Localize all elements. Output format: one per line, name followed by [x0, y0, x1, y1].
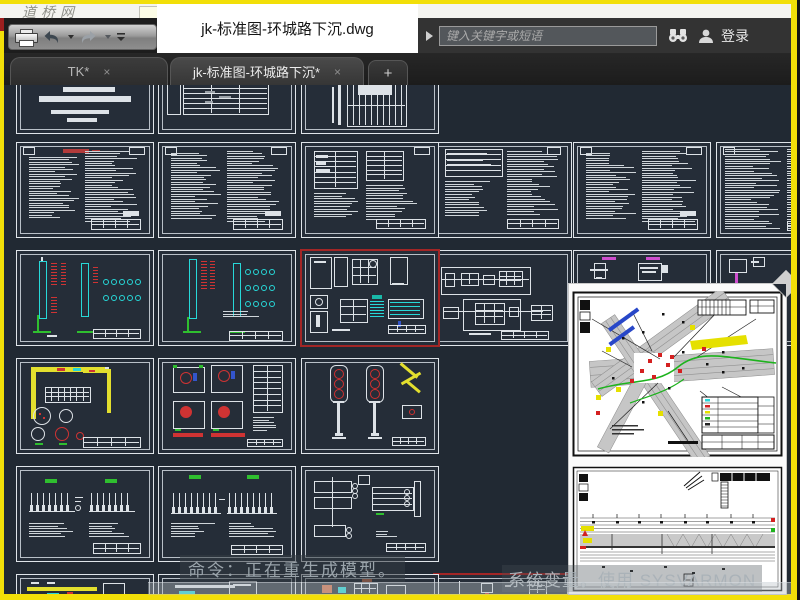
sheet-inner-frame	[162, 254, 292, 342]
drawing-thumbnail-tableRight[interactable]	[301, 85, 439, 134]
undo-icon	[44, 31, 59, 44]
sheet-inner-frame	[20, 85, 150, 130]
drawing-thumbnail-poles[interactable]	[16, 250, 154, 346]
drawing-thumbnail-textNotes[interactable]	[573, 142, 711, 238]
sheet-inner-frame	[162, 470, 292, 558]
sheet-inner-frame	[162, 362, 292, 450]
drawing-canvas[interactable]: 命令：正在重生成模型。 系统变量。使用 SYSVARMON	[4, 85, 791, 595]
sheet-inner-frame	[162, 85, 292, 130]
tab-close-icon[interactable]: ×	[103, 65, 110, 79]
drawing-thumbnail-bars[interactable]	[16, 85, 154, 134]
drawing-thumbnail-cabinets-selected[interactable]	[300, 249, 440, 347]
print-button[interactable]	[15, 26, 38, 48]
drawing-thumbnail-gantry[interactable]	[16, 358, 154, 454]
capture-border-left	[0, 18, 4, 600]
drawing-thumbnail-signals[interactable]	[301, 358, 439, 454]
sheet-inner-frame	[438, 146, 568, 234]
drawing-thumbnail-row5a[interactable]	[16, 574, 154, 595]
sheet-inner-frame	[162, 146, 292, 234]
redo-menu-button[interactable]	[103, 26, 111, 48]
customize-chevron-icon	[117, 33, 125, 41]
tab-tk[interactable]: TK* ×	[10, 57, 168, 85]
drawing-thumbnail-textTables[interactable]	[301, 142, 439, 238]
drawing-thumbnail-system[interactable]	[434, 250, 572, 346]
drawing-thumbnail-polesB[interactable]	[158, 250, 296, 346]
preview-intersection-plan	[572, 291, 783, 457]
sheet-inner-frame	[305, 85, 435, 130]
preview-corner-notch	[773, 284, 786, 297]
quick-access-toolbar	[8, 24, 157, 50]
sheet-inner-frame	[20, 146, 150, 234]
expand-arrow-icon[interactable]	[426, 30, 433, 41]
tab-close-icon[interactable]: ×	[334, 65, 341, 79]
titlebar-strip-right	[418, 4, 791, 18]
sheet-inner-frame	[305, 254, 435, 342]
tab-label: TK*	[67, 64, 90, 79]
drawing-thumbnail-elevation[interactable]	[16, 466, 154, 562]
sheet-inner-frame	[20, 254, 150, 342]
watermark-text: 道桥网	[22, 6, 79, 21]
left-edge-marker	[0, 18, 4, 31]
sheet-inner-frame	[305, 362, 435, 450]
sheet-inner-frame	[305, 146, 435, 234]
drawing-thumbnail-tableTop[interactable]	[158, 85, 296, 134]
sheet-inner-frame	[20, 362, 150, 450]
binoculars-search-icon[interactable]	[667, 28, 689, 44]
command-status-text: 命令：正在重生成模型。	[180, 555, 405, 582]
file-tab-bar: TK* × jk-标准图-环城路下沉* × +	[4, 53, 791, 85]
document-title-area: jk-标准图-环城路下沉.dwg	[157, 4, 418, 53]
application-window: 命令：正在重生成模型。 系统变量。使用 SYSVARMON 道桥网 jk-标准图…	[0, 0, 800, 600]
caret-down-icon	[105, 35, 111, 39]
tab-jk-standard[interactable]: jk-标准图-环城路下沉* ×	[170, 57, 364, 85]
sheet-preview-panel[interactable]	[568, 269, 791, 595]
sheet-inner-frame	[20, 578, 150, 595]
sheet-inner-frame	[720, 146, 791, 234]
tab-label: jk-标准图-环城路下沉*	[192, 65, 321, 80]
drawing-thumbnail-elevationB[interactable]	[158, 466, 296, 562]
new-tab-button[interactable]: +	[368, 60, 408, 85]
redo-icon	[81, 31, 96, 44]
redo-button[interactable]	[79, 26, 98, 48]
login-button[interactable]: 登录	[721, 26, 749, 46]
toolbar-customize-button[interactable]	[116, 26, 126, 48]
drawing-thumbnail-textTableLeft[interactable]	[434, 142, 572, 238]
command-line-bar[interactable]	[148, 582, 791, 595]
drawing-thumbnail-textWide[interactable]	[716, 142, 791, 238]
drawing-thumbnail-textNotesRed[interactable]	[16, 142, 154, 238]
sheet-inner-frame	[20, 470, 150, 558]
drawing-thumbnail-wiring[interactable]	[301, 466, 439, 562]
drawing-thumbnail-details[interactable]	[158, 358, 296, 454]
search-input[interactable]	[439, 25, 657, 46]
printer-icon	[15, 28, 38, 47]
document-title: jk-标准图-环城路下沉.dwg	[201, 21, 374, 38]
infocenter-bar: 登录	[418, 18, 791, 53]
user-icon[interactable]	[697, 28, 715, 44]
undo-button[interactable]	[42, 26, 61, 48]
drawing-thumbnail-textNotes[interactable]	[158, 142, 296, 238]
undo-menu-button[interactable]	[66, 26, 74, 48]
sheet-inner-frame	[438, 254, 568, 342]
sheet-inner-frame	[305, 470, 435, 558]
caret-down-icon	[68, 35, 74, 39]
sheet-inner-frame	[577, 146, 707, 234]
